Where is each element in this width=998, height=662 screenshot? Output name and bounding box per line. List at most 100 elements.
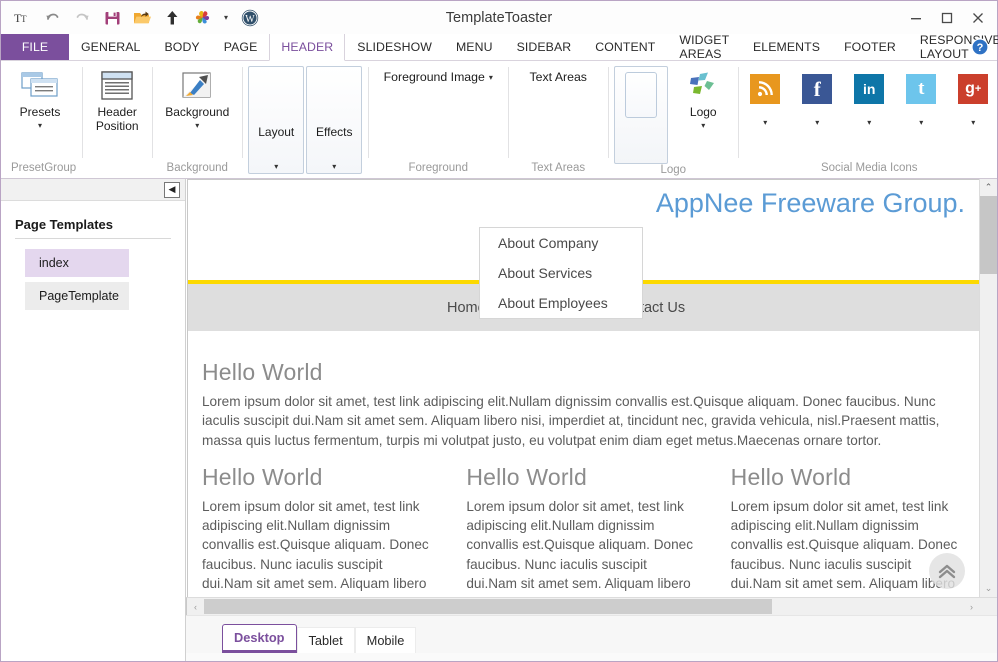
header-position-button[interactable]: Header Position — [88, 66, 146, 133]
title-bar: TT ▾ W TemplateToaster — [1, 1, 997, 34]
presets-label: Presets — [19, 105, 61, 119]
help-icon[interactable]: ? — [971, 38, 989, 56]
ribbon-group-foreground: Foreground Image ▾ Foreground — [368, 61, 508, 178]
linkedin-caret[interactable]: ▾ — [867, 118, 871, 127]
presets-caret[interactable]: ▾ — [38, 121, 42, 130]
foreground-image-caret[interactable]: ▾ — [489, 73, 493, 82]
text-areas-button[interactable]: Text Areas — [522, 66, 595, 88]
presets-button[interactable]: Presets ▾ — [11, 66, 69, 130]
scroll-to-top-button[interactable] — [929, 553, 965, 589]
rss-icon — [750, 74, 781, 104]
social-rss-button[interactable]: ▾ — [744, 72, 786, 127]
social-facebook-button[interactable]: f ▾ — [796, 72, 838, 127]
logo-icon — [687, 69, 719, 103]
scroll-right-arrow[interactable]: › — [963, 598, 980, 615]
svg-text:T: T — [21, 14, 27, 24]
facebook-caret[interactable]: ▾ — [815, 118, 819, 127]
site-body: Hello World Lorem ipsum dolor sit amet, … — [188, 331, 979, 597]
effects-button[interactable]: Effects ▾ — [306, 66, 363, 174]
wordpress-icon[interactable]: W — [239, 7, 260, 28]
export-upload-icon[interactable] — [162, 7, 183, 28]
logo-button[interactable]: Logo ▾ — [674, 66, 732, 130]
device-tab-mobile[interactable]: Mobile — [354, 627, 417, 653]
cms-dropdown-caret[interactable]: ▾ — [222, 7, 230, 28]
ribbon-tab-content[interactable]: CONTENT — [583, 34, 667, 60]
content-column: Hello World Lorem ipsum dolor sit amet, … — [466, 450, 700, 597]
scroll-down-arrow[interactable]: ⌄ — [980, 580, 997, 597]
device-tab-desktop[interactable]: Desktop — [222, 624, 297, 653]
column-heading[interactable]: Hello World — [202, 464, 436, 491]
layout-caret[interactable]: ▾ — [274, 162, 278, 171]
rss-caret[interactable]: ▾ — [763, 118, 767, 127]
template-item-index[interactable]: index — [25, 249, 129, 277]
logo-caret[interactable]: ▾ — [701, 121, 705, 130]
panel-divider — [15, 238, 171, 239]
ribbon-panel: Presets ▾ PresetGroup Header Position Ba… — [1, 61, 997, 179]
social-twitter-button[interactable]: t ▾ — [900, 72, 942, 127]
close-button[interactable] — [962, 4, 993, 32]
site-title[interactable]: AppNee Freeware Group. — [656, 188, 965, 219]
redo-icon[interactable] — [72, 7, 93, 28]
ribbon-group-label-social-media-icons: Social Media Icons — [820, 162, 918, 174]
layout-button[interactable]: Layout ▾ — [248, 66, 305, 174]
scroll-up-arrow[interactable]: ⌃ — [980, 179, 997, 196]
scrollbar-corner — [980, 597, 997, 615]
preview-panel: AppNee Freeware Group. Home About Us Con… — [186, 179, 997, 661]
hero-paragraph[interactable]: Lorem ipsum dolor sit amet, test link ad… — [202, 392, 965, 450]
scroll-left-arrow[interactable]: ‹ — [187, 598, 204, 615]
column-heading[interactable]: Hello World — [466, 464, 700, 491]
ribbon-tab-menu[interactable]: MENU — [444, 34, 505, 60]
open-folder-icon[interactable] — [132, 7, 153, 28]
googleplus-caret[interactable]: ▾ — [971, 118, 975, 127]
ribbon-tab-general[interactable]: GENERAL — [69, 34, 152, 60]
dropdown-item-about-employees[interactable]: About Employees — [480, 288, 642, 318]
ribbon-tab-page[interactable]: PAGE — [212, 34, 270, 60]
horizontal-scroll-thumb[interactable] — [204, 599, 772, 614]
column-paragraph[interactable]: Lorem ipsum dolor sit amet, test link ad… — [731, 497, 965, 597]
nav-dropdown-about-us: About Company About Services About Emplo… — [479, 227, 643, 319]
social-googleplus-button[interactable]: g + ▾ — [952, 72, 994, 127]
header-position-label: Header Position — [95, 105, 139, 133]
social-linkedin-button[interactable]: in ▾ — [848, 72, 890, 127]
dropdown-item-about-services[interactable]: About Services — [480, 258, 642, 288]
site-preview-canvas[interactable]: AppNee Freeware Group. Home About Us Con… — [187, 179, 979, 597]
foreground-image-button[interactable]: Foreground Image ▾ — [378, 66, 499, 88]
ribbon-tab-elements[interactable]: ELEMENTS — [741, 34, 832, 60]
template-item-pagetemplate[interactable]: PageTemplate — [25, 282, 129, 310]
ribbon-tab-slideshow[interactable]: SLIDESHOW — [345, 34, 444, 60]
device-preview-tabs: Desktop Tablet Mobile — [186, 615, 997, 653]
googleplus-icon: g + — [958, 74, 989, 104]
device-tab-tablet[interactable]: Tablet — [296, 627, 355, 653]
ribbon-group-label-layout-effects — [248, 174, 362, 176]
preview-horizontal-scrollbar[interactable]: ‹ › — [186, 597, 980, 615]
logo-gallery-button[interactable] — [614, 66, 669, 164]
background-caret[interactable]: ▾ — [195, 121, 199, 130]
ribbon-tab-widget-areas[interactable]: WIDGET AREAS — [667, 33, 741, 61]
maximize-button[interactable] — [931, 4, 962, 32]
ribbon-tab-footer[interactable]: FOOTER — [832, 34, 908, 60]
hero-heading[interactable]: Hello World — [202, 359, 965, 386]
ribbon-group-logo: Logo ▾ Logo — [608, 61, 738, 178]
column-heading[interactable]: Hello World — [731, 464, 965, 491]
joomla-pinwheel-icon[interactable] — [192, 7, 213, 28]
column-paragraph[interactable]: Lorem ipsum dolor sit amet, test link ad… — [202, 497, 436, 597]
dropdown-item-about-company[interactable]: About Company — [480, 228, 642, 258]
ribbon-tab-sidebar[interactable]: SIDEBAR — [505, 34, 584, 60]
save-icon[interactable] — [102, 7, 123, 28]
collapse-panel-button[interactable]: ◀ — [164, 181, 180, 198]
ribbon-tab-file[interactable]: FILE — [1, 34, 69, 60]
effects-caret[interactable]: ▾ — [332, 162, 336, 171]
vertical-scroll-thumb[interactable] — [980, 196, 997, 274]
ribbon-tab-body[interactable]: BODY — [152, 34, 211, 60]
ribbon-group-label-presetgroup: PresetGroup — [11, 162, 77, 174]
ribbon-group-layout-effects: Layout ▾ Effects ▾ — [242, 61, 368, 178]
text-size-icon[interactable]: TT — [12, 7, 33, 28]
undo-icon[interactable] — [42, 7, 63, 28]
background-button[interactable]: Background ▾ — [158, 66, 236, 130]
preview-vertical-scrollbar[interactable]: ⌃ ⌄ — [979, 179, 997, 597]
ribbon-tab-header[interactable]: HEADER — [269, 34, 346, 61]
twitter-caret[interactable]: ▾ — [919, 118, 923, 127]
ribbon-group-text-areas: Text Areas Text Areas — [508, 61, 608, 178]
column-paragraph[interactable]: Lorem ipsum dolor sit amet, test link ad… — [466, 497, 700, 597]
minimize-button[interactable] — [900, 4, 931, 32]
